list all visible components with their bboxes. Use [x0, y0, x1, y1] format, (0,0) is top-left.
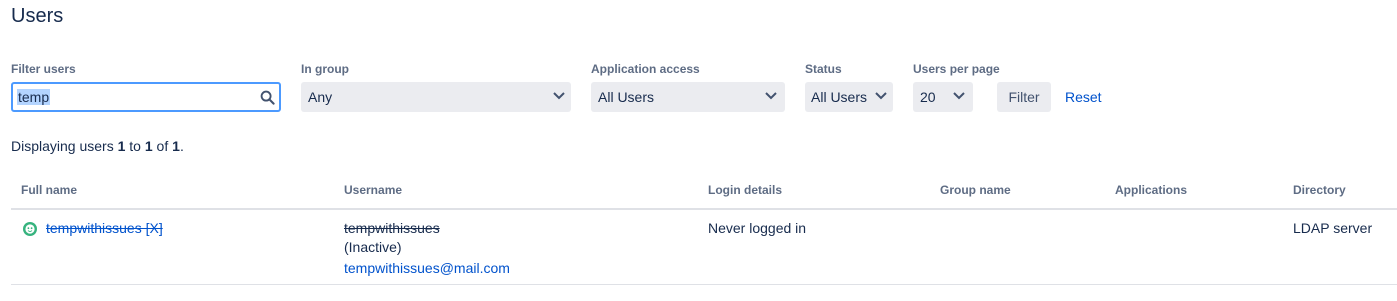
username-status: (Inactive) — [344, 239, 402, 255]
chevron-down-icon — [953, 92, 965, 100]
application-access-value: All Users — [598, 89, 655, 105]
column-header-login-details: Login details — [708, 183, 783, 197]
in-group-value: Any — [308, 89, 333, 105]
users-per-page-select[interactable]: 20 — [913, 82, 973, 112]
column-header-directory: Directory — [1293, 183, 1346, 197]
status-label: Status — [805, 62, 842, 76]
summary-suffix: . — [179, 138, 184, 154]
directory: LDAP server — [1293, 220, 1373, 236]
user-full-name-link[interactable]: tempwithissues [X] — [46, 218, 163, 238]
summary-to: 1 — [144, 138, 153, 154]
page-title: Users — [11, 5, 64, 27]
username: tempwithissues — [344, 220, 440, 236]
search-icon[interactable] — [260, 90, 275, 105]
summary-of-word: of — [152, 138, 173, 154]
application-access-label: Application access — [591, 62, 700, 76]
status-select[interactable]: All Users — [805, 82, 893, 112]
in-group-label: In group — [301, 62, 349, 76]
summary-to-word: to — [125, 138, 145, 154]
chevron-down-icon — [553, 92, 565, 100]
table-header-divider — [11, 208, 1397, 210]
status-value: All Users — [811, 89, 868, 105]
user-avatar-icon — [23, 222, 37, 236]
filter-button[interactable]: Filter — [997, 82, 1051, 112]
column-header-group-name: Group name — [940, 183, 1011, 197]
chevron-down-icon — [765, 92, 777, 100]
filter-users-value: temp — [17, 89, 51, 105]
summary-prefix: Displaying users — [11, 138, 118, 154]
results-summary: Displaying users 1 to 1 of 1. — [11, 138, 184, 154]
column-header-username: Username — [344, 183, 403, 197]
chevron-down-icon — [875, 92, 887, 100]
filter-users-label: Filter users — [11, 62, 76, 76]
login-details: Never logged in — [708, 220, 807, 236]
summary-total: 1 — [172, 138, 180, 154]
users-per-page-label: Users per page — [913, 62, 1000, 76]
table-row-divider — [11, 284, 1397, 285]
user-email-link[interactable]: tempwithissues@mail.com — [344, 258, 510, 278]
filter-users-input[interactable]: temp — [11, 82, 281, 112]
application-access-select[interactable]: All Users — [591, 82, 785, 112]
reset-link[interactable]: Reset — [1065, 89, 1102, 105]
in-group-select[interactable]: Any — [301, 82, 571, 112]
column-header-applications: Applications — [1115, 183, 1188, 197]
column-header-full-name: Full name — [21, 183, 78, 197]
users-per-page-value: 20 — [920, 89, 936, 105]
